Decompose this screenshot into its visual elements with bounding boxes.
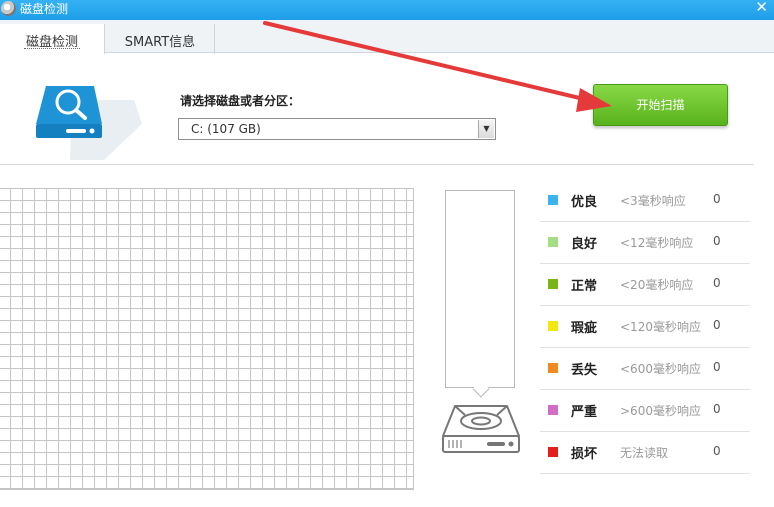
legend-swatch-flawed <box>548 321 558 331</box>
legend-label: 丢失 <box>571 363 598 378</box>
legend-range: >600毫秒响应 <box>620 404 701 418</box>
legend-count: 0 <box>713 360 721 374</box>
app-logo-icon <box>1 1 16 16</box>
legend-row-severe: 严重 >600毫秒响应 0 <box>540 390 750 432</box>
tab-disk-check[interactable]: 磁盘检测 <box>0 24 105 54</box>
legend-label: 严重 <box>571 405 598 420</box>
legend-swatch-excellent <box>548 195 558 205</box>
close-button[interactable]: ✕ <box>755 0 768 16</box>
legend-swatch-normal <box>548 279 558 289</box>
legend-range: 无法读取 <box>620 446 669 460</box>
legend-count: 0 <box>713 276 721 290</box>
legend-count: 0 <box>713 402 721 416</box>
legend-swatch-good <box>548 237 558 247</box>
chevron-down-icon[interactable]: ▼ <box>478 120 494 138</box>
legend-label: 正常 <box>571 279 598 294</box>
legend-row-excellent: 优良 <3毫秒响应 0 <box>540 180 750 222</box>
legend-range: <600毫秒响应 <box>620 362 701 376</box>
legend-count: 0 <box>713 192 721 206</box>
legend-label: 瑕疵 <box>571 321 598 336</box>
legend-label: 良好 <box>571 237 598 252</box>
legend-row-damaged: 损坏 无法读取 0 <box>540 432 750 474</box>
legend-count: 0 <box>713 318 721 332</box>
legend-row-flawed: 瑕疵 <120毫秒响应 0 <box>540 306 750 348</box>
legend-swatch-damaged <box>548 447 558 457</box>
disk-partition-select[interactable]: C: (107 GB) ▼ <box>178 118 496 140</box>
legend-row-good: 良好 <12毫秒响应 0 <box>540 222 750 264</box>
legend-count: 0 <box>713 444 721 458</box>
legend-range: <20毫秒响应 <box>620 278 694 292</box>
hard-drive-icon <box>442 405 520 453</box>
block-info-panel <box>445 190 515 388</box>
tab-smart-info[interactable]: SMART信息 <box>106 24 215 54</box>
section-divider <box>0 164 754 165</box>
legend-label: 优良 <box>571 195 598 210</box>
legend-row-lost: 丢失 <600毫秒响应 0 <box>540 348 750 390</box>
speed-legend: 优良 <3毫秒响应 0 良好 <12毫秒响应 0 正常 <20毫秒响应 0 瑕疵… <box>540 180 750 474</box>
legend-swatch-lost <box>548 363 558 373</box>
legend-label: 损坏 <box>571 447 598 462</box>
tab-focus-underline <box>24 48 80 49</box>
legend-range: <3毫秒响应 <box>620 194 686 208</box>
sector-block-grid <box>0 188 414 490</box>
disk-search-icon <box>36 86 142 160</box>
legend-range: <120毫秒响应 <box>620 320 701 334</box>
title-bar: 磁盘检测 ✕ <box>0 0 774 20</box>
disk-select-value: C: (107 GB) <box>191 122 261 136</box>
window-title: 磁盘检测 <box>20 2 69 16</box>
legend-row-normal: 正常 <20毫秒响应 0 <box>540 264 750 306</box>
legend-swatch-severe <box>548 405 558 415</box>
disk-select-label: 请选择磁盘或者分区： <box>180 94 301 108</box>
tab-smart-info-label: SMART信息 <box>124 35 196 50</box>
legend-count: 0 <box>713 234 721 248</box>
tab-bar: 磁盘检测 SMART信息 <box>0 20 774 54</box>
start-scan-button[interactable]: 开始扫描 <box>593 84 728 126</box>
legend-range: <12毫秒响应 <box>620 236 694 250</box>
